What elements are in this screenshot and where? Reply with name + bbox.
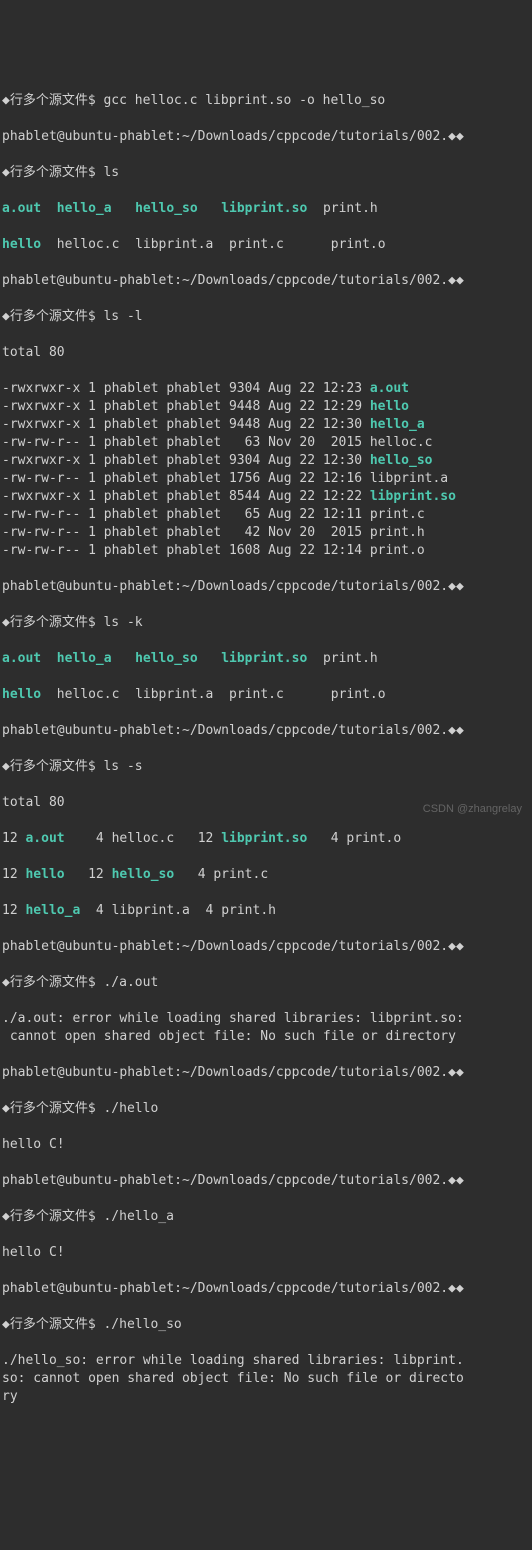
ls-row: hello helloc.c libprint.a print.c print.… [2, 686, 530, 704]
ls-s-row: 12 hello_a 4 libprint.a 4 print.h [2, 902, 530, 920]
error-line: ./hello_so: error while loading shared l… [2, 1352, 530, 1406]
output-line: hello C! [2, 1244, 530, 1262]
output-line: hello C! [2, 1136, 530, 1154]
path-line: phablet@ubuntu-phablet:~/Downloads/cppco… [2, 578, 530, 596]
path-line: phablet@ubuntu-phablet:~/Downloads/cppco… [2, 1172, 530, 1190]
ls-l-row: -rw-rw-r-- 1 phablet phablet 65 Aug 22 1… [2, 506, 530, 524]
prompt-line: ◆行多个源文件$ ./hello [2, 1100, 530, 1118]
path-line: phablet@ubuntu-phablet:~/Downloads/cppco… [2, 1064, 530, 1082]
prompt-line: ◆行多个源文件$ ./hello_a [2, 1208, 530, 1226]
path-line: phablet@ubuntu-phablet:~/Downloads/cppco… [2, 1280, 530, 1298]
ls-l-row: -rwxrwxr-x 1 phablet phablet 9448 Aug 22… [2, 416, 530, 434]
ls-l-row: -rwxrwxr-x 1 phablet phablet 9448 Aug 22… [2, 398, 530, 416]
ls-row: a.out hello_a hello_so libprint.so print… [2, 650, 530, 668]
prompt-line: ◆行多个源文件$ ls -l [2, 308, 530, 326]
ls-s-row: 12 hello 12 hello_so 4 print.c [2, 866, 530, 884]
prompt-line: ◆行多个源文件$ ./hello_so [2, 1316, 530, 1334]
ls-l-row: -rw-rw-r-- 1 phablet phablet 63 Nov 20 2… [2, 434, 530, 452]
prompt-line: ◆行多个源文件$ ls [2, 164, 530, 182]
ls-l-row: -rw-rw-r-- 1 phablet phablet 1608 Aug 22… [2, 542, 530, 560]
prompt-line: ◆行多个源文件$ gcc helloc.c libprint.so -o hel… [2, 92, 530, 110]
ls-l-row: -rwxrwxr-x 1 phablet phablet 9304 Aug 22… [2, 380, 530, 398]
path-line: phablet@ubuntu-phablet:~/Downloads/cppco… [2, 722, 530, 740]
total-line: total 80 [2, 344, 530, 362]
error-line: ./a.out: error while loading shared libr… [2, 1010, 530, 1046]
path-line: phablet@ubuntu-phablet:~/Downloads/cppco… [2, 128, 530, 146]
prompt-line: ◆行多个源文件$ ls -s [2, 758, 530, 776]
ls-l-row: -rw-rw-r-- 1 phablet phablet 1756 Aug 22… [2, 470, 530, 488]
ls-l-row: -rwxrwxr-x 1 phablet phablet 8544 Aug 22… [2, 488, 530, 506]
prompt-line: ◆行多个源文件$ ls -k [2, 614, 530, 632]
path-line: phablet@ubuntu-phablet:~/Downloads/cppco… [2, 938, 530, 956]
prompt-line: ◆行多个源文件$ ./a.out [2, 974, 530, 992]
ls-l-row: -rwxrwxr-x 1 phablet phablet 9304 Aug 22… [2, 452, 530, 470]
ls-row: hello helloc.c libprint.a print.c print.… [2, 236, 530, 254]
path-line: phablet@ubuntu-phablet:~/Downloads/cppco… [2, 272, 530, 290]
ls-l-row: -rw-rw-r-- 1 phablet phablet 42 Nov 20 2… [2, 524, 530, 542]
watermark: CSDN @zhangrelay [423, 800, 522, 818]
ls-s-row: 12 a.out 4 helloc.c 12 libprint.so 4 pri… [2, 830, 530, 848]
ls-row: a.out hello_a hello_so libprint.so print… [2, 200, 530, 218]
terminal-output[interactable]: ◆行多个源文件$ gcc helloc.c libprint.so -o hel… [2, 74, 530, 1424]
